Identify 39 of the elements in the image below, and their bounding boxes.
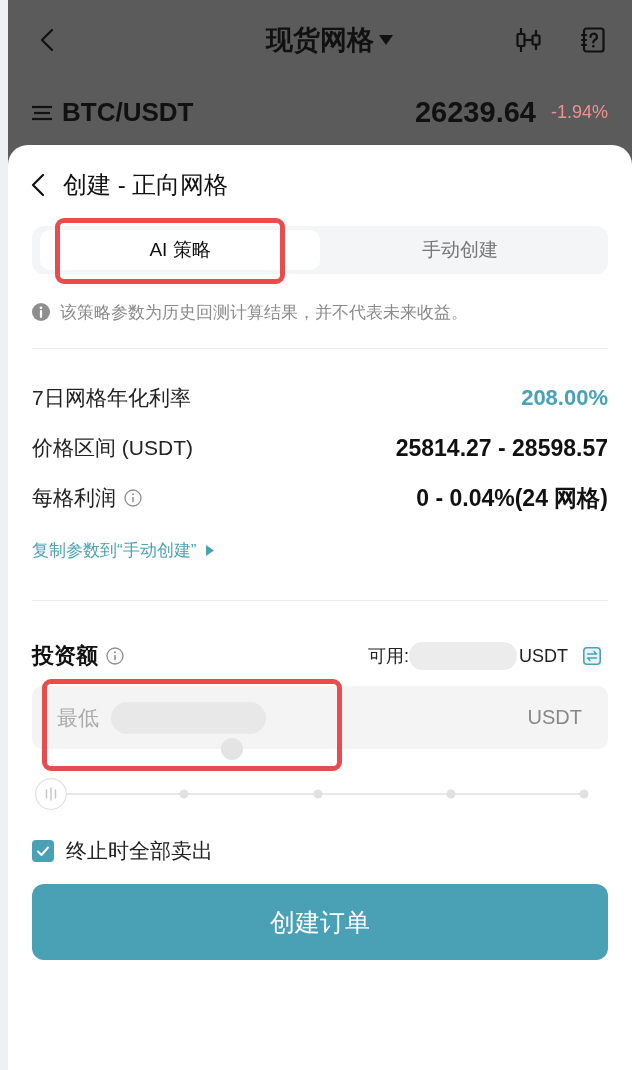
price-text: 26239.64 [415,96,536,129]
checkbox[interactable] [32,840,54,862]
stat-value: 208.00% [521,385,608,411]
slider-stop-dot[interactable] [313,789,322,799]
info-icon [32,303,50,321]
create-order-button[interactable]: 创建订单 [32,884,608,960]
caret-right-icon [206,544,215,556]
available-label: 可用: [368,645,409,668]
back-icon[interactable] [31,173,45,197]
checkbox-label: 终止时全部卖出 [66,838,213,864]
mode-tab[interactable]: 手动创建 [320,230,600,270]
slider-stop-dot[interactable] [446,789,456,799]
stat-label: 每格利润 [32,485,116,511]
page-title-dropdown[interactable]: 现货网格 [266,22,393,58]
info-icon[interactable] [106,647,124,665]
price-change: -1.94% [550,102,608,123]
caret-down-icon [379,35,393,45]
candlestick-chart-icon[interactable] [516,27,542,53]
pair-selector[interactable]: BTC/USDT [32,97,194,128]
stat-value: 0 - 0.04%(24 网格) [416,483,608,513]
blurred-spot [221,738,243,760]
mode-tab[interactable]: AI 策略 [40,230,320,270]
copy-params-link[interactable]: 复制参数到“手动创建” [32,539,215,561]
menu-icon [32,104,52,121]
amount-input[interactable]: 最低 [57,705,103,730]
currency-label: USDT [527,706,582,729]
help-document-icon[interactable] [581,27,605,53]
stat-value: 25814.27 - 28598.57 [395,434,608,462]
sheet-title: 创建 - 正向网格 [63,170,229,200]
info-icon[interactable] [124,489,142,507]
swap-icon[interactable] [583,647,601,665]
disclaimer-text: 该策略参数为历史回测计算结果，并不代表未来收益。 [60,301,468,324]
stat-label: 价格区间 (USDT) [32,435,193,461]
slider-stop-dot[interactable] [579,789,589,799]
slider-stop-dot[interactable] [179,789,189,799]
stat-label: 7日网格年化利率 [32,385,191,411]
slider-thumb[interactable] [35,778,67,810]
investment-label: 投资额 [32,642,98,670]
currency-label: USDT [519,645,568,667]
